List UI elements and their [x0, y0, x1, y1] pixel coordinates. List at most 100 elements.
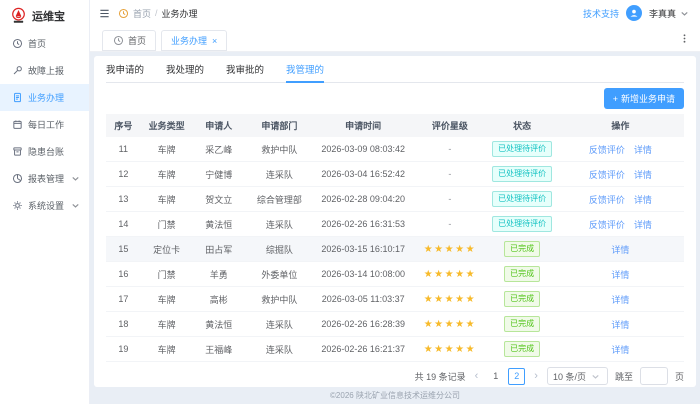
cell-applicant: 黄法恒: [193, 318, 245, 331]
status-badge: 已完成: [504, 241, 540, 257]
filter-tab-1[interactable]: 我处理的: [166, 56, 204, 82]
cell-business-type: 定位卡: [141, 243, 193, 256]
table-row: 17车牌高彬救护中队2026-03-05 11:03:37★★★★★已完成详情: [106, 287, 684, 312]
add-application-button[interactable]: + 新增业务申请: [604, 88, 684, 109]
cell-department: 综掘队: [245, 243, 314, 256]
cell-department: 外委单位: [245, 268, 314, 281]
breadcrumb-home[interactable]: 首页: [133, 7, 151, 20]
cell-department: 连采队: [245, 218, 314, 231]
cell-business-type: 车牌: [141, 318, 193, 331]
prev-page-icon[interactable]: ‹: [473, 370, 481, 382]
breadcrumb-separator: /: [155, 8, 158, 18]
breadcrumb-current: 业务办理: [162, 7, 198, 20]
page-number-1[interactable]: 1: [487, 368, 504, 385]
close-tab-icon[interactable]: ×: [212, 36, 217, 46]
sidebar-item-label: 系统设置: [28, 199, 64, 212]
column-header: 操作: [557, 119, 684, 132]
star-rating: ★★★★★: [424, 344, 476, 355]
cell-applicant: 羊勇: [193, 268, 245, 281]
chevron-down-icon: [678, 7, 690, 19]
top-header: 首页 / 业务办理 技术支持 李真真: [90, 0, 700, 26]
filter-tab-2[interactable]: 我审批的: [226, 56, 264, 82]
column-header: 业务类型: [141, 119, 193, 132]
page-size-select[interactable]: 10 条/页: [547, 367, 608, 385]
collapse-sidebar-icon[interactable]: [98, 7, 110, 19]
sidebar-item-report-mgmt[interactable]: 报表管理: [0, 165, 89, 192]
details-link[interactable]: 详情: [611, 345, 629, 355]
sidebar-item-system-settings[interactable]: 系统设置: [0, 192, 89, 219]
sidebar-item-fault-report[interactable]: 故障上报: [0, 57, 89, 84]
sidebar-item-hazard-ledger[interactable]: 隐患台账: [0, 138, 89, 165]
sidebar-item-business[interactable]: 业务办理: [0, 84, 89, 111]
details-link[interactable]: 详情: [634, 220, 652, 230]
details-link[interactable]: 详情: [611, 245, 629, 255]
user-menu[interactable]: 李真真: [649, 7, 690, 20]
app-title: 运维宝: [32, 8, 65, 24]
table-row: 14门禁黄法恒连采队2026-02-26 16:31:53-已处理待评价反馈评价…: [106, 212, 684, 237]
details-link[interactable]: 详情: [634, 170, 652, 180]
cell-department: 连采队: [245, 318, 314, 331]
calendar-icon: [11, 119, 23, 131]
next-page-icon[interactable]: ›: [532, 370, 540, 382]
cell-apply-time: 2026-02-26 16:28:39: [314, 319, 412, 329]
cell-applicant: 高彬: [193, 293, 245, 306]
column-header: 申请时间: [314, 119, 412, 132]
tab-options-icon[interactable]: [678, 33, 690, 45]
column-header: 评价星级: [412, 119, 487, 132]
cell-status: 已处理待评价: [487, 166, 556, 182]
toolbar: + 新增业务申请: [106, 83, 684, 114]
table-row: 13车牌贺文立综合管理部2026-02-28 09:04:20-已处理待评价反馈…: [106, 187, 684, 212]
jump-label: 跳至: [615, 370, 633, 383]
cell-rating: -: [412, 144, 487, 154]
column-header: 申请部门: [245, 119, 314, 132]
cell-status: 已完成: [487, 266, 556, 282]
cell-rating: -: [412, 169, 487, 179]
filter-tab-0[interactable]: 我申请的: [106, 56, 144, 82]
page-number-2[interactable]: 2: [508, 368, 525, 385]
pagination: 共 19 条记录 ‹ 12 › 10 条/页 跳至 页: [106, 362, 684, 387]
filter-tab-3[interactable]: 我管理的: [286, 56, 324, 82]
cell-apply-time: 2026-02-26 16:31:53: [314, 219, 412, 229]
page-tab-business[interactable]: 业务办理×: [161, 30, 227, 51]
cell-business-type: 门禁: [141, 268, 193, 281]
cell-apply-time: 2026-02-26 16:21:37: [314, 344, 412, 354]
cell-apply-time: 2026-03-09 08:03:42: [314, 144, 412, 154]
user-avatar[interactable]: [626, 5, 642, 21]
status-badge: 已处理待评价: [492, 141, 552, 157]
column-header: 状态: [487, 119, 556, 132]
details-link[interactable]: 详情: [611, 295, 629, 305]
cell-status: 已处理待评价: [487, 216, 556, 232]
chart-icon: [11, 173, 23, 185]
sidebar-item-home[interactable]: 首页: [0, 30, 89, 57]
page-tab-home[interactable]: 首页: [102, 30, 156, 51]
cell-apply-time: 2026-02-28 09:04:20: [314, 194, 412, 204]
details-link[interactable]: 详情: [634, 145, 652, 155]
jump-page-input[interactable]: [640, 367, 668, 385]
chevron-down-icon: [590, 370, 602, 382]
gear-icon: [11, 200, 23, 212]
tech-support-link[interactable]: 技术支持: [583, 7, 619, 20]
star-rating: ★★★★★: [424, 294, 476, 305]
details-link[interactable]: 详情: [611, 270, 629, 280]
cell-no: 12: [106, 169, 141, 179]
table-row: 16门禁羊勇外委单位2026-03-14 10:08:00★★★★★已完成详情: [106, 262, 684, 287]
details-link[interactable]: 详情: [611, 320, 629, 330]
cell-actions: 详情: [557, 243, 684, 256]
page-tab-bar: 首页业务办理×: [90, 26, 700, 52]
feedback-review-link[interactable]: 反馈评价: [589, 145, 625, 155]
sidebar-item-label: 首页: [28, 37, 46, 50]
sidebar-item-daily-work[interactable]: 每日工作: [0, 111, 89, 138]
feedback-review-link[interactable]: 反馈评价: [589, 220, 625, 230]
cell-actions: 详情: [557, 318, 684, 331]
main-area: 首页 / 业务办理 技术支持 李真真 首页业务办理×: [90, 0, 700, 404]
feedback-review-link[interactable]: 反馈评价: [589, 170, 625, 180]
cell-apply-time: 2026-03-05 11:03:37: [314, 294, 412, 304]
feedback-review-link[interactable]: 反馈评价: [589, 195, 625, 205]
cell-no: 14: [106, 219, 141, 229]
cell-apply-time: 2026-03-04 16:52:42: [314, 169, 412, 179]
no-rating: -: [448, 219, 451, 229]
sidebar-item-label: 故障上报: [28, 64, 64, 77]
details-link[interactable]: 详情: [634, 195, 652, 205]
sidebar-item-label: 隐患台账: [28, 145, 64, 158]
cell-status: 已完成: [487, 341, 556, 357]
